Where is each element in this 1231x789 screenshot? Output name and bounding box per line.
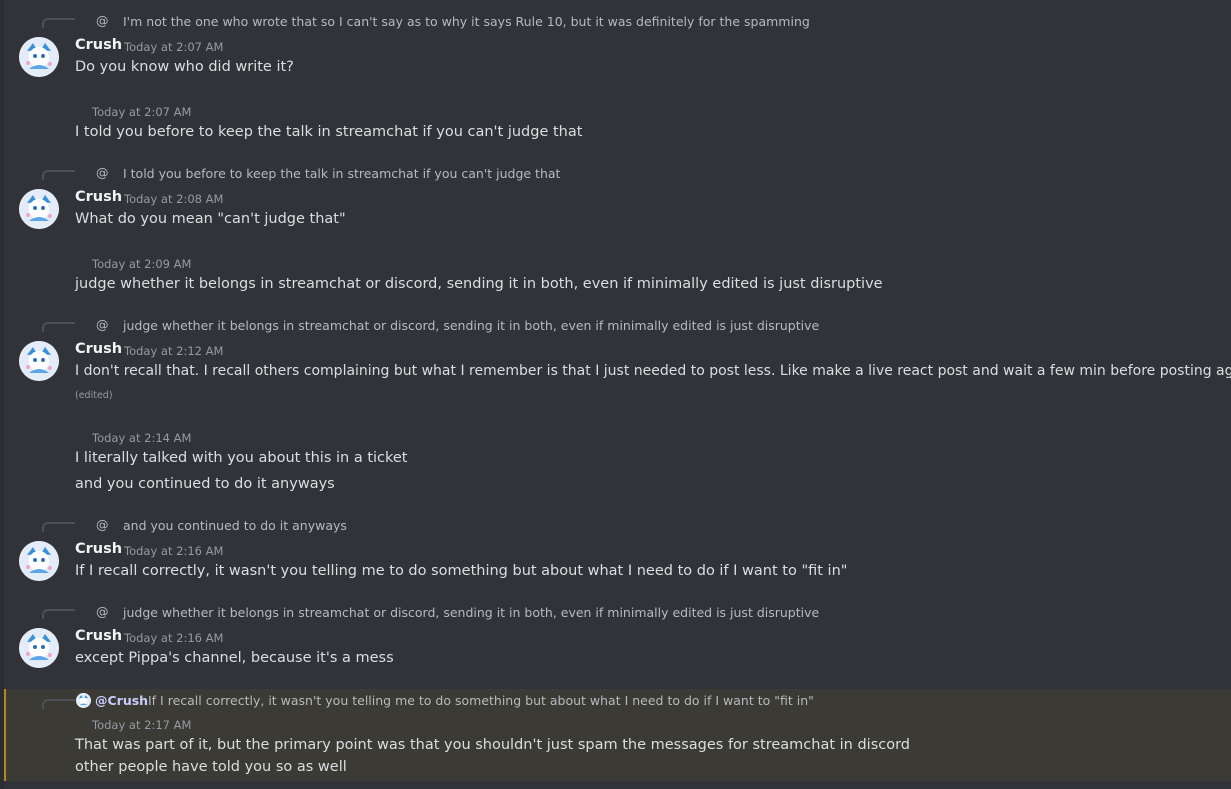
mentioned-message-group[interactable]: @Crush If I recall correctly, it wasn't …	[4, 689, 1231, 781]
message-timestamp: Today at 2:16 AM	[124, 631, 224, 645]
user-avatar[interactable]	[19, 341, 59, 381]
author-name[interactable]: Crush	[75, 37, 122, 53]
chat-message-list[interactable]: @ I'm not the one who wrote that so I ca…	[0, 0, 1231, 789]
reply-connector	[42, 699, 75, 709]
reply-connector	[42, 18, 75, 28]
message-group[interactable]: @ and you continued to do it anyways Cru…	[4, 504, 1231, 594]
reply-connector	[42, 609, 75, 619]
user-avatar[interactable]	[19, 541, 59, 581]
reply-connector	[42, 522, 75, 532]
message-content: other people have told you so as well	[75, 759, 347, 775]
author-name[interactable]: Crush	[75, 628, 122, 644]
blue-white-character-avatar-icon	[19, 341, 59, 381]
message-timestamp: Today at 2:07 AM	[124, 40, 224, 54]
blue-white-character-avatar-icon	[19, 628, 59, 668]
message-content: and you continued to do it anyways	[75, 476, 335, 492]
reply-mention-at: @	[96, 604, 109, 619]
message-content: If I recall correctly, it wasn't you tel…	[75, 563, 848, 579]
reply-mention-at: @	[96, 317, 109, 332]
reply-preview-text[interactable]: If I recall correctly, it wasn't you tel…	[148, 693, 814, 708]
reply-preview-text[interactable]: judge whether it belongs in streamchat o…	[123, 605, 819, 620]
blue-white-character-avatar-icon	[19, 541, 59, 581]
mention-avatar	[76, 693, 91, 708]
reply-mention-at: @	[96, 165, 109, 180]
message-timestamp: Today at 2:08 AM	[124, 192, 224, 206]
user-avatar[interactable]	[19, 628, 59, 668]
message-timestamp: Today at 2:09 AM	[92, 257, 192, 271]
reply-preview-text[interactable]: judge whether it belongs in streamchat o…	[123, 318, 819, 333]
message-group[interactable]: @ I'm not the one who wrote that so I ca…	[4, 0, 1231, 100]
blue-white-character-avatar-icon	[19, 37, 59, 77]
user-avatar[interactable]	[19, 37, 59, 77]
message-content: That was part of it, but the primary poi…	[75, 737, 911, 753]
message-timestamp: Today at 2:12 AM	[124, 344, 224, 358]
message-content: I told you before to keep the talk in st…	[75, 124, 583, 140]
author-name[interactable]: Crush	[75, 341, 122, 357]
message-timestamp: Today at 2:16 AM	[124, 544, 224, 558]
reply-preview-text[interactable]: I told you before to keep the talk in st…	[123, 166, 560, 181]
reply-connector	[42, 322, 75, 332]
message-group[interactable]: @ I told you before to keep the talk in …	[4, 152, 1231, 252]
user-avatar[interactable]	[19, 189, 59, 229]
message-timestamp: Today at 2:17 AM	[92, 718, 192, 732]
message-content: Do you know who did write it?	[75, 59, 294, 75]
reply-connector	[42, 170, 75, 180]
message-timestamp: Today at 2:14 AM	[92, 431, 192, 445]
reply-mention-at: @	[96, 517, 109, 532]
edited-label: (edited)	[75, 390, 113, 401]
message-group[interactable]: Today at 2:07 AM I told you before to ke…	[4, 100, 1231, 150]
message-content: except Pippa's channel, because it's a m…	[75, 650, 394, 666]
message-content: I don't recall that. I recall others com…	[75, 363, 1231, 379]
blue-white-character-avatar-icon	[76, 693, 91, 708]
blue-white-character-avatar-icon	[19, 189, 59, 229]
message-content: judge whether it belongs in streamchat o…	[75, 276, 883, 292]
message-group[interactable]: @ judge whether it belongs in streamchat…	[4, 591, 1231, 681]
message-group[interactable]: Today at 2:14 AM I literally talked with…	[4, 426, 1231, 506]
reply-mention-at: @	[96, 13, 109, 28]
message-group[interactable]: @ judge whether it belongs in streamchat…	[4, 304, 1231, 414]
author-name[interactable]: Crush	[75, 189, 122, 205]
message-content: What do you mean "can't judge that"	[75, 211, 346, 227]
reply-preview-text[interactable]: I'm not the one who wrote that so I can'…	[123, 14, 810, 29]
author-name[interactable]: Crush	[75, 541, 122, 557]
message-group[interactable]: Today at 2:09 AM judge whether it belong…	[4, 252, 1231, 302]
reply-mention-name[interactable]: @Crush	[95, 693, 148, 708]
reply-preview-text[interactable]: and you continued to do it anyways	[123, 518, 347, 533]
message-timestamp: Today at 2:07 AM	[92, 105, 192, 119]
message-content: I literally talked with you about this i…	[75, 450, 408, 466]
